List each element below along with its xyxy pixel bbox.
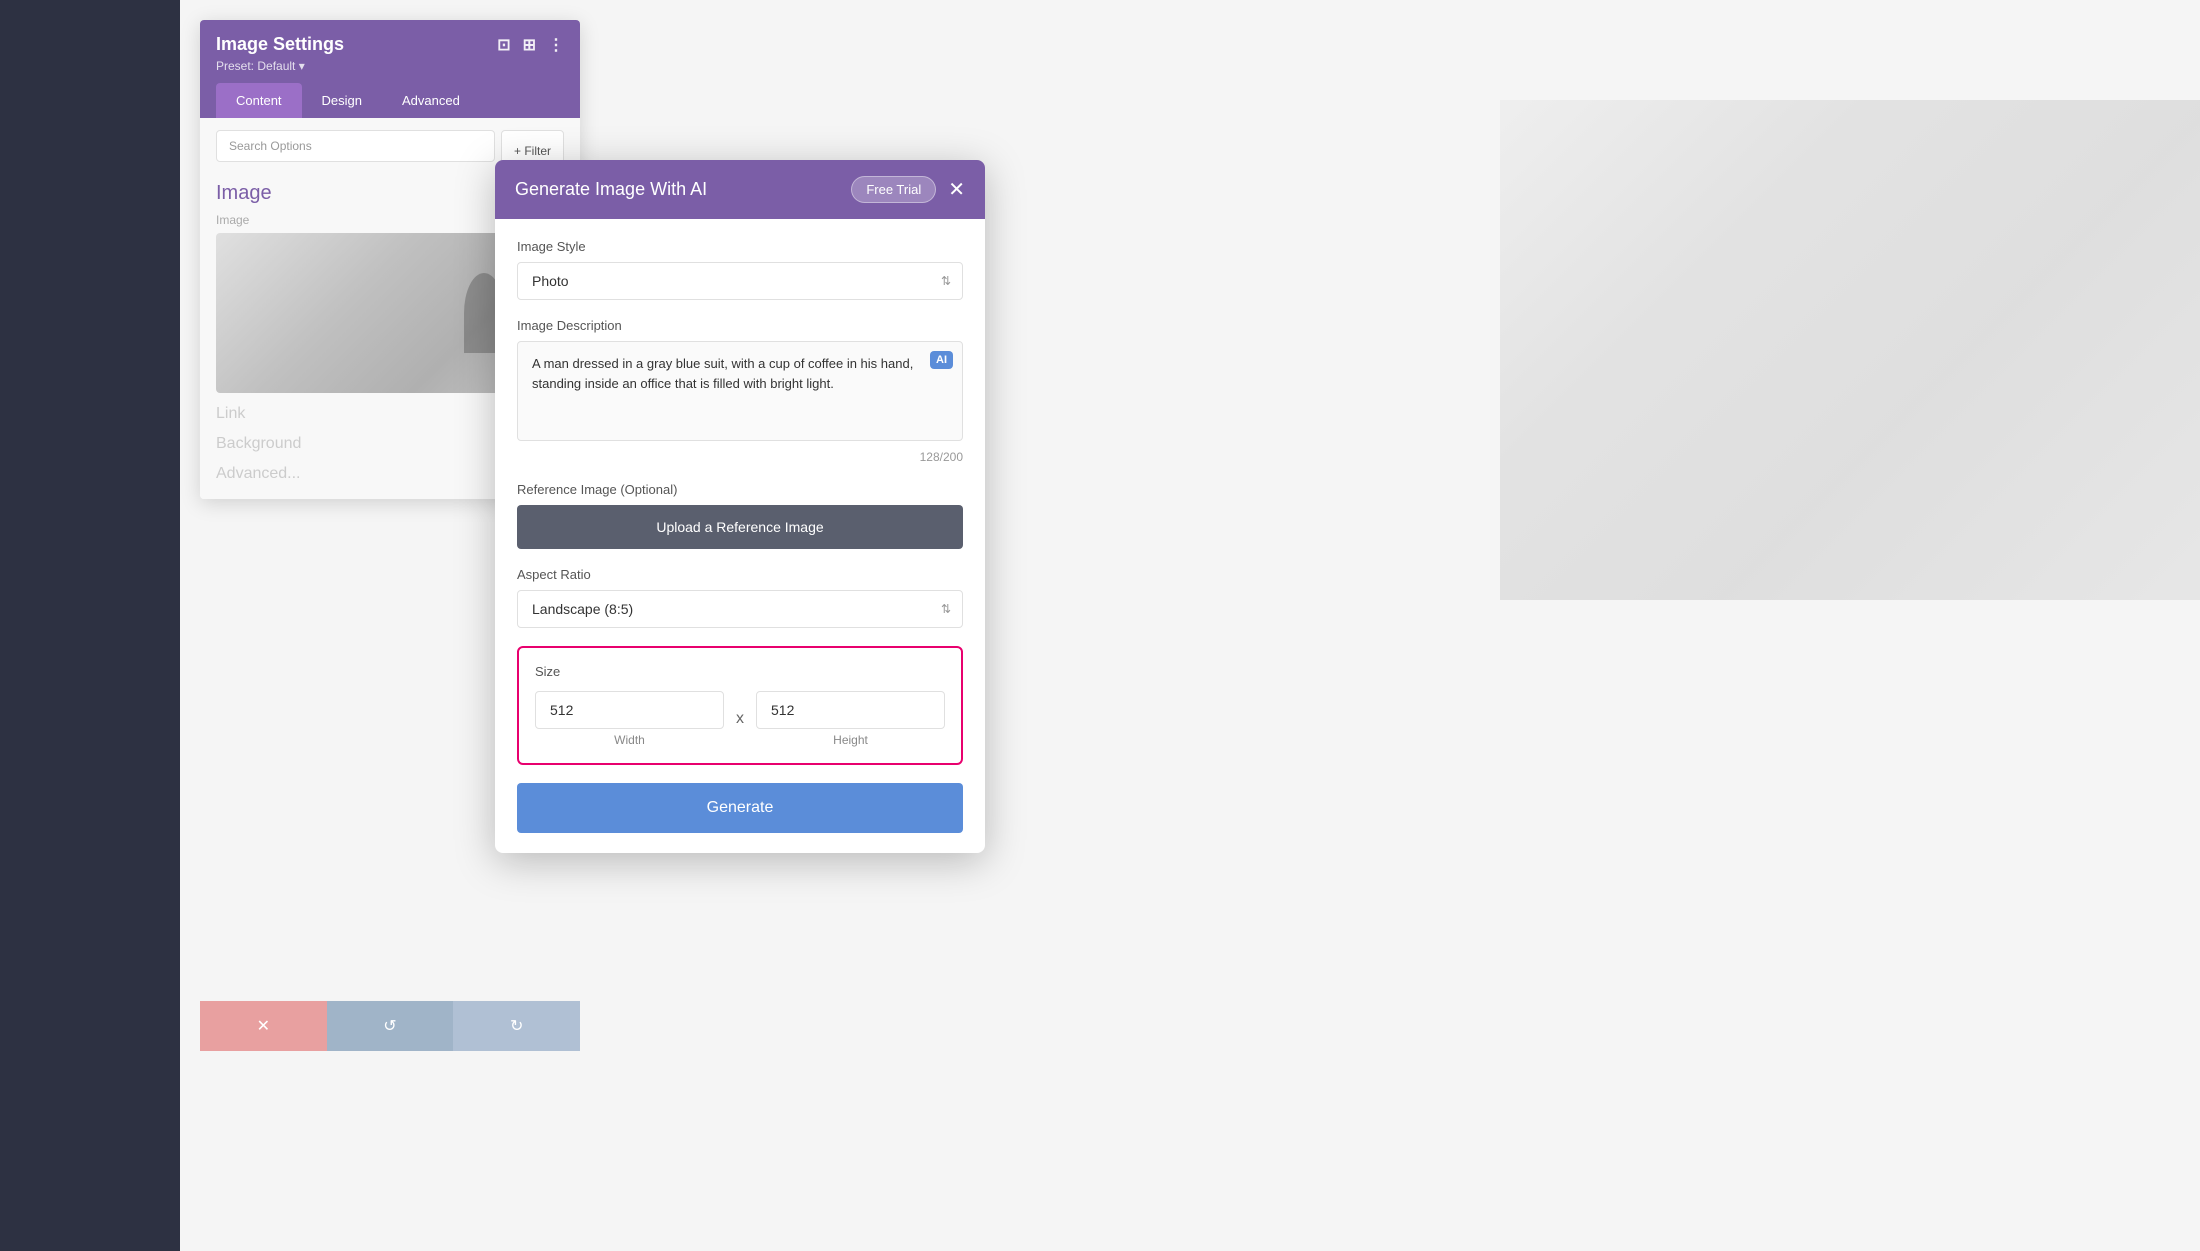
close-toolbar-button[interactable]: ✕ (200, 1001, 327, 1051)
redo-button[interactable]: ↻ (453, 1001, 580, 1051)
size-section: Size Width x Height (517, 646, 963, 765)
aspect-ratio-label: Aspect Ratio (517, 567, 963, 582)
more-icon[interactable]: ⋮ (548, 35, 564, 55)
width-input[interactable] (535, 691, 724, 729)
ai-icon-badge: AI (930, 351, 953, 369)
settings-tabs: Content Design Advanced (216, 83, 564, 118)
size-label: Size (535, 664, 945, 679)
settings-panel-title: Image Settings (216, 34, 344, 55)
image-style-field: Image Style Photo Illustration Digital A… (517, 239, 963, 300)
search-options-input[interactable]: Search Options (216, 130, 495, 162)
image-style-label: Image Style (517, 239, 963, 254)
bottom-toolbar: ✕ ↺ ↻ (200, 1001, 580, 1051)
settings-title-row: Image Settings ⊡ ⊞ ⋮ (216, 34, 564, 55)
settings-header: Image Settings ⊡ ⊞ ⋮ Preset: Default ▾ C… (200, 20, 580, 118)
height-input[interactable] (756, 691, 945, 729)
char-count: 128/200 (517, 450, 963, 464)
width-label: Width (614, 733, 645, 747)
image-description-field: Image Description A man dressed in a gra… (517, 318, 963, 464)
reference-image-field: Reference Image (Optional) Upload a Refe… (517, 482, 963, 549)
upload-reference-button[interactable]: Upload a Reference Image (517, 505, 963, 549)
redo-icon: ↻ (510, 1016, 523, 1036)
ai-modal-header-right: Free Trial ✕ (851, 176, 965, 203)
size-separator: x (736, 710, 744, 728)
undo-button[interactable]: ↺ (327, 1001, 454, 1051)
image-description-wrapper: A man dressed in a gray blue suit, with … (517, 341, 963, 446)
image-style-select[interactable]: Photo Illustration Digital Art Sketch Oi… (517, 262, 963, 300)
ai-modal-title: Generate Image With AI (515, 179, 707, 200)
columns-icon[interactable]: ⊞ (523, 35, 536, 55)
height-label: Height (833, 733, 868, 747)
free-trial-badge[interactable]: Free Trial (851, 176, 936, 203)
tab-content[interactable]: Content (216, 83, 302, 118)
close-icon: ✕ (257, 1016, 270, 1036)
size-inputs: Width x Height (535, 691, 945, 747)
ai-modal-header: Generate Image With AI Free Trial ✕ (495, 160, 985, 219)
tab-design[interactable]: Design (302, 83, 382, 118)
ai-modal: Generate Image With AI Free Trial ✕ Imag… (495, 160, 985, 853)
aspect-ratio-select[interactable]: Landscape (8:5) Portrait (5:8) Square (1… (517, 590, 963, 628)
tab-advanced[interactable]: Advanced (382, 83, 480, 118)
ai-modal-close-button[interactable]: ✕ (948, 180, 965, 200)
background-image-area (1500, 100, 2200, 600)
aspect-ratio-field: Aspect Ratio Landscape (8:5) Portrait (5… (517, 567, 963, 628)
aspect-ratio-select-wrapper: Landscape (8:5) Portrait (5:8) Square (1… (517, 590, 963, 628)
image-description-label: Image Description (517, 318, 963, 333)
width-input-group: Width (535, 691, 724, 747)
image-description-textarea[interactable]: A man dressed in a gray blue suit, with … (517, 341, 963, 441)
background-sidebar (0, 0, 180, 1251)
settings-title-icons: ⊡ ⊞ ⋮ (497, 35, 564, 55)
preset-label[interactable]: Preset: Default ▾ (216, 59, 564, 83)
height-input-group: Height (756, 691, 945, 747)
image-style-select-wrapper: Photo Illustration Digital Art Sketch Oi… (517, 262, 963, 300)
reference-image-label: Reference Image (Optional) (517, 482, 963, 497)
ai-modal-body: Image Style Photo Illustration Digital A… (495, 219, 985, 853)
undo-icon: ↺ (383, 1016, 396, 1036)
expand-icon[interactable]: ⊡ (497, 35, 510, 55)
generate-button[interactable]: Generate (517, 783, 963, 833)
